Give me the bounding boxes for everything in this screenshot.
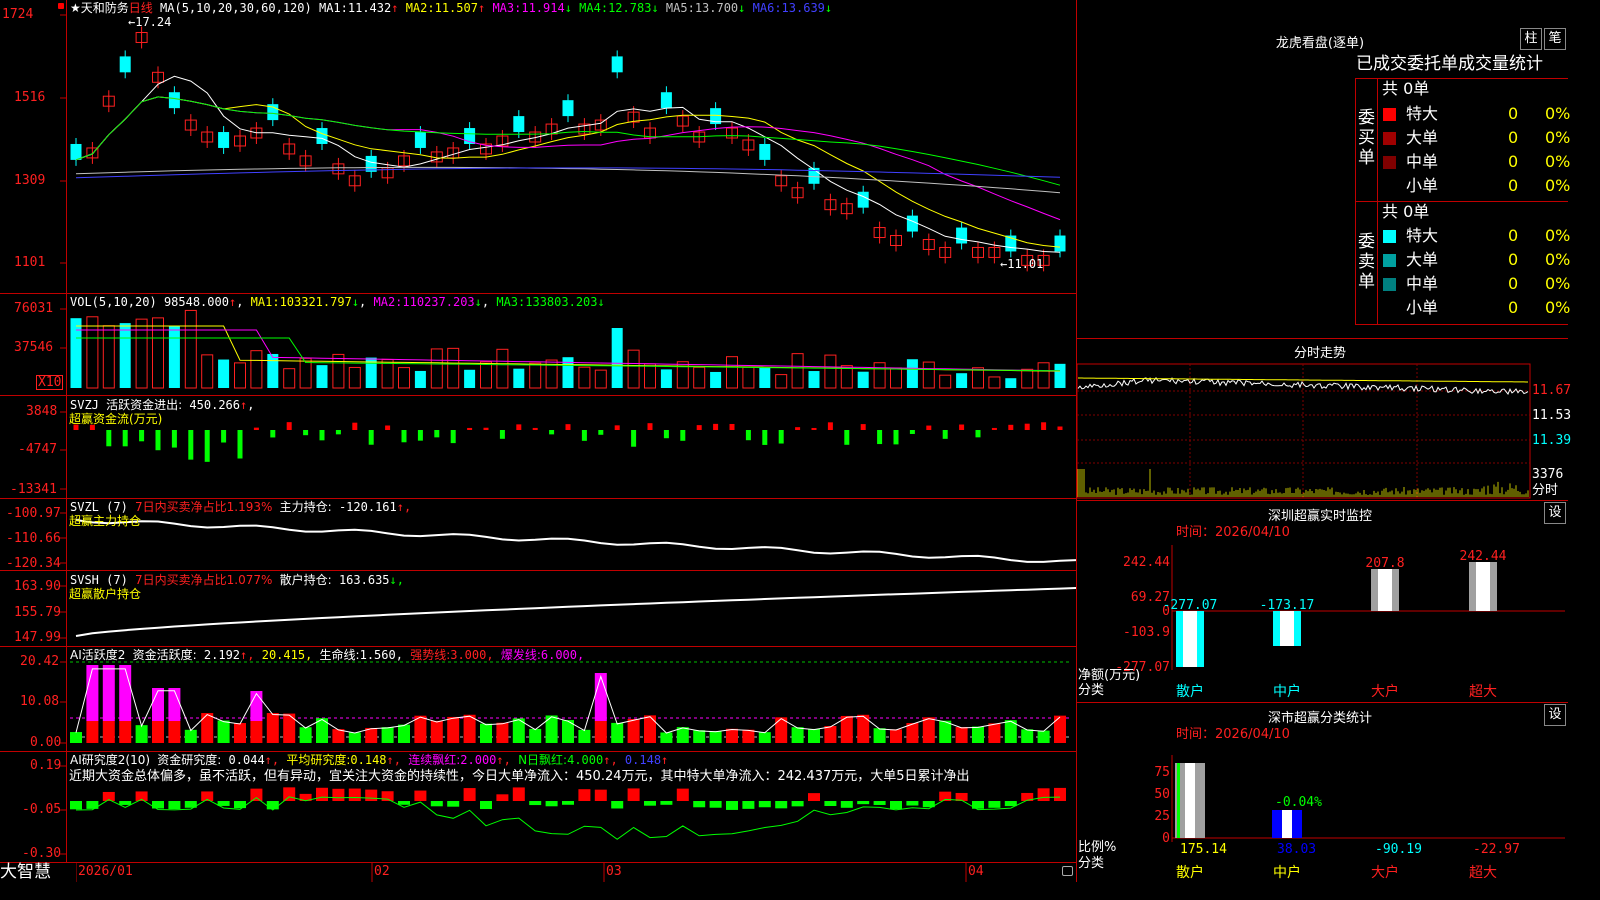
class-bar-highlight <box>1282 810 1292 838</box>
class-value-label: 38.03 <box>1277 842 1316 857</box>
class-bar-highlight <box>1185 763 1195 838</box>
class-y-tick: 50 <box>1154 787 1170 802</box>
class-value-label: -22.97 <box>1473 842 1520 857</box>
class-category-label: 中户 <box>1273 864 1301 881</box>
class-y-tick: 75 <box>1154 765 1170 780</box>
class-mid-label: -0.04% <box>1275 795 1322 810</box>
class-category-label: 散户 <box>1176 864 1204 881</box>
class-category-label: 超大 <box>1469 865 1497 881</box>
class-bar-edge <box>1274 810 1277 838</box>
class-category-label: 大户 <box>1371 864 1399 881</box>
class-y-tick: 25 <box>1154 809 1170 824</box>
sz-class-ylabel: 比例% <box>1078 840 1117 855</box>
class-value-label: 175.14 <box>1180 842 1227 857</box>
class-bar-edge <box>1177 763 1180 838</box>
class-y-tick: 0 <box>1162 831 1170 846</box>
class-value-label: -90.19 <box>1375 842 1422 857</box>
sz-class-chart[interactable]: 75 50 25 0 175.14 散户 38.03 中户 -90.19 大户 -22.97 超大 -0… <box>0 0 1568 882</box>
sz-class-xlabel: 分类 <box>1078 856 1105 871</box>
